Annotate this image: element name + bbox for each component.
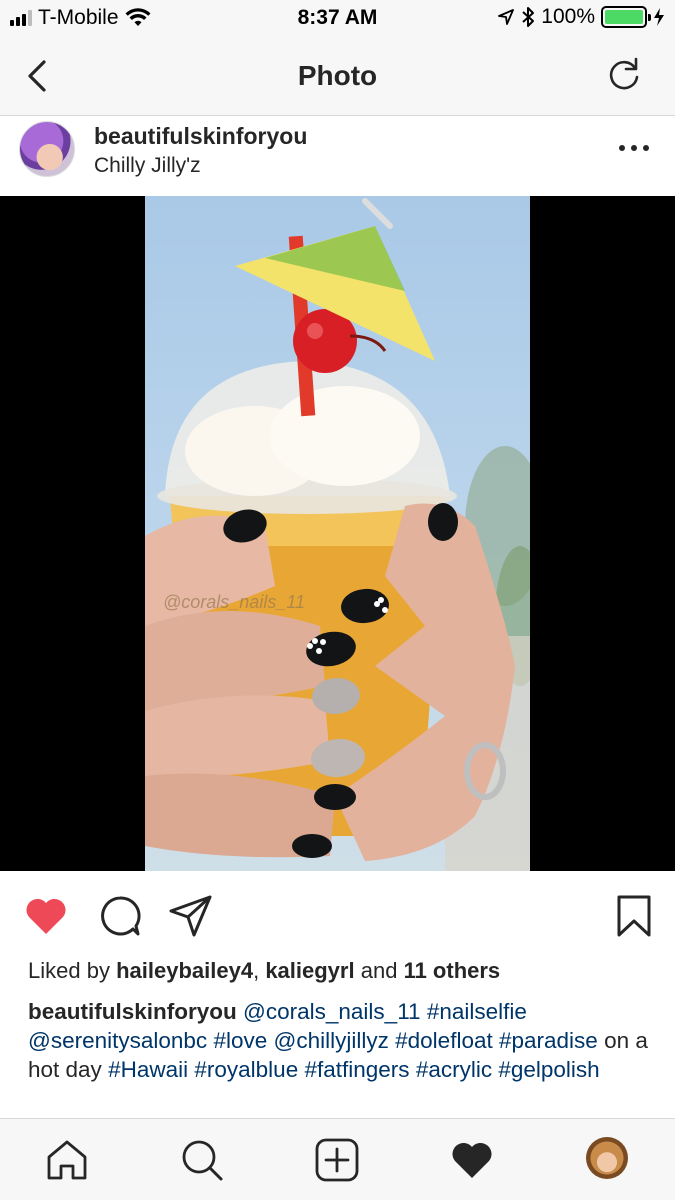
photo-illustration: @corals_nails_11 <box>145 198 530 871</box>
post-caption: beautifulskinforyou @corals_nails_11 #na… <box>28 997 658 1084</box>
post-actions <box>0 871 675 959</box>
post-header: beautifulskinforyou Chilly Jilly'z <box>0 116 675 196</box>
likes-summary[interactable]: Liked by haileybailey4, kaliegyrl and 11… <box>28 958 500 984</box>
navigation-bar: Photo <box>0 38 675 116</box>
post-username[interactable]: beautifulskinforyou <box>94 123 307 150</box>
likes-others[interactable]: 11 others <box>404 958 501 983</box>
heart-icon[interactable] <box>23 893 69 939</box>
caption-tag[interactable]: #acrylic <box>416 1057 492 1082</box>
caption-tag[interactable]: #royalblue <box>194 1057 298 1082</box>
bluetooth-icon <box>522 7 535 27</box>
post-photo[interactable]: @corals_nails_11 <box>0 196 675 871</box>
photo-watermark: @corals_nails_11 <box>163 592 305 612</box>
caption-tag[interactable]: @chillyjillyz <box>274 1028 389 1053</box>
share-icon[interactable] <box>168 893 214 939</box>
comment-icon[interactable] <box>97 893 143 939</box>
caption-tag[interactable]: #dolefloat <box>395 1028 493 1053</box>
tab-bar <box>0 1118 675 1200</box>
avatar[interactable] <box>19 121 75 177</box>
caption-tag[interactable]: @serenitysalonbc <box>28 1028 207 1053</box>
add-post-icon[interactable] <box>314 1137 360 1183</box>
caption-tag[interactable]: #nailselfie <box>427 999 527 1024</box>
liked-by-user[interactable]: kaliegyrl <box>265 958 354 983</box>
charging-icon <box>654 8 664 26</box>
search-icon[interactable] <box>179 1137 225 1183</box>
home-icon[interactable] <box>44 1137 90 1183</box>
caption-username[interactable]: beautifulskinforyou <box>28 999 237 1024</box>
status-bar: T-Mobile 8:37 AM 100% <box>0 0 675 38</box>
post-location[interactable]: Chilly Jilly'z <box>94 154 201 178</box>
refresh-icon[interactable] <box>605 56 643 94</box>
page-title: Photo <box>297 60 378 91</box>
likes-separator: , <box>253 958 260 983</box>
caption-tag[interactable]: #Hawaii <box>108 1057 188 1082</box>
caption-tag[interactable]: #paradise <box>499 1028 598 1053</box>
bookmark-icon[interactable] <box>611 893 657 939</box>
status-right: 100% <box>497 5 665 29</box>
caption-tag[interactable]: #fatfingers <box>304 1057 409 1082</box>
activity-heart-icon[interactable] <box>449 1137 495 1183</box>
profile-avatar[interactable] <box>586 1137 628 1179</box>
more-horizontal-icon[interactable] <box>619 138 649 158</box>
drink-photo: @corals_nails_11 <box>145 196 530 871</box>
battery-percent: 100% <box>541 5 595 28</box>
caption-tag[interactable]: #love <box>213 1028 267 1053</box>
battery-icon <box>601 6 651 28</box>
caption-tag[interactable]: @corals_nails_11 <box>243 999 421 1024</box>
likes-and: and <box>360 958 398 983</box>
likes-prefix: Liked by <box>28 958 110 983</box>
liked-by-user[interactable]: haileybailey4 <box>116 958 253 983</box>
caption-tag[interactable]: #gelpolish <box>498 1057 599 1082</box>
location-arrow-icon <box>498 9 515 25</box>
